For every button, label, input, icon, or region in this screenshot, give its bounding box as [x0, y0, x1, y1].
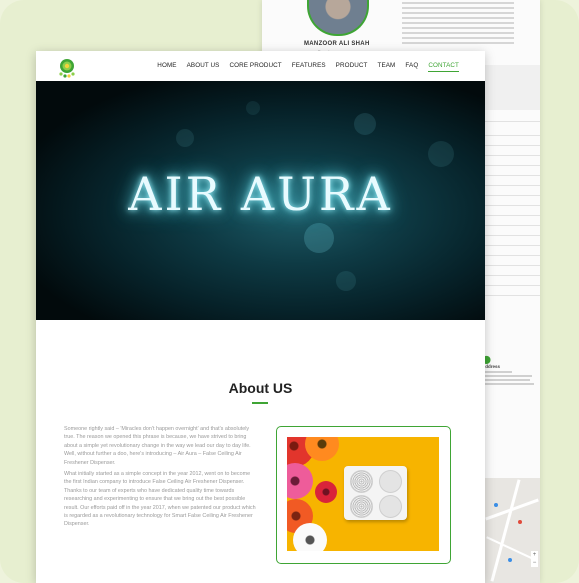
- nav-about-us[interactable]: ABOUT US: [187, 62, 220, 72]
- bokeh-light: [304, 223, 334, 253]
- about-image-frame: [276, 426, 451, 564]
- faq-row[interactable]: [482, 199, 540, 206]
- bokeh-light: [176, 129, 194, 147]
- faq-row[interactable]: [482, 239, 540, 246]
- bokeh-light: [246, 101, 260, 115]
- contact-address: ⬤ Address: [482, 355, 534, 387]
- faq-row[interactable]: [482, 279, 540, 286]
- hero-banner: AIR AURA: [36, 81, 485, 320]
- location-map[interactable]: + −: [484, 478, 540, 583]
- bokeh-light: [336, 271, 356, 291]
- about-heading: About US: [228, 380, 293, 396]
- faq-row[interactable]: [482, 259, 540, 266]
- faq-row[interactable]: [482, 269, 540, 276]
- faq-row[interactable]: [482, 129, 540, 136]
- bokeh-light: [428, 141, 454, 167]
- address-heading: Address: [482, 364, 501, 369]
- flower: [293, 523, 327, 551]
- team-member-name: MANZOOR ALI SHAH: [304, 41, 370, 47]
- flower: [287, 463, 313, 499]
- faq-row[interactable]: [482, 229, 540, 236]
- location-pin-icon: ⬤: [482, 355, 491, 364]
- about-heading-underline: [252, 402, 268, 404]
- faq-row[interactable]: [482, 219, 540, 226]
- top-navigation: HOME ABOUT US CORE PRODUCT FEATURES PROD…: [36, 51, 485, 81]
- product-image: [287, 437, 439, 551]
- faq-row[interactable]: [482, 139, 540, 146]
- about-paragraph: What initially started as a simple conce…: [64, 471, 256, 528]
- nav-contact[interactable]: CONTACT: [428, 62, 459, 72]
- nav-menu: HOME ABOUT US CORE PRODUCT FEATURES PROD…: [157, 62, 459, 72]
- faq-row[interactable]: [482, 179, 540, 186]
- faq-row[interactable]: [482, 289, 540, 296]
- nav-core-product[interactable]: CORE PRODUCT: [229, 62, 281, 72]
- flower: [315, 481, 337, 503]
- team-member-bio: [402, 2, 514, 47]
- team-member-avatar: [307, 0, 369, 36]
- air-freshener-device: [344, 466, 407, 520]
- faq-row[interactable]: [482, 159, 540, 166]
- faq-row[interactable]: [482, 189, 540, 196]
- air-aura-logo[interactable]: [56, 57, 78, 79]
- about-paragraph: Someone rightly said – 'Miracles don't h…: [64, 426, 251, 466]
- faq-row[interactable]: [482, 169, 540, 176]
- back-section-block: [484, 65, 540, 110]
- about-text: Someone rightly said – 'Miracles don't h…: [64, 425, 258, 532]
- faq-row[interactable]: [482, 149, 540, 156]
- nav-faq[interactable]: FAQ: [405, 62, 418, 72]
- hero-title: AIR AURA: [128, 167, 393, 221]
- faq-row[interactable]: [482, 249, 540, 256]
- nav-features[interactable]: FEATURES: [292, 62, 326, 72]
- nav-product[interactable]: PRODUCT: [336, 62, 368, 72]
- faq-row[interactable]: [482, 115, 540, 122]
- nav-team[interactable]: TEAM: [378, 62, 396, 72]
- nav-home[interactable]: HOME: [157, 62, 176, 72]
- map-zoom-control[interactable]: + −: [531, 551, 538, 567]
- faq-row[interactable]: [482, 209, 540, 216]
- main-page: HOME ABOUT US CORE PRODUCT FEATURES PROD…: [36, 51, 485, 583]
- bokeh-light: [354, 113, 376, 135]
